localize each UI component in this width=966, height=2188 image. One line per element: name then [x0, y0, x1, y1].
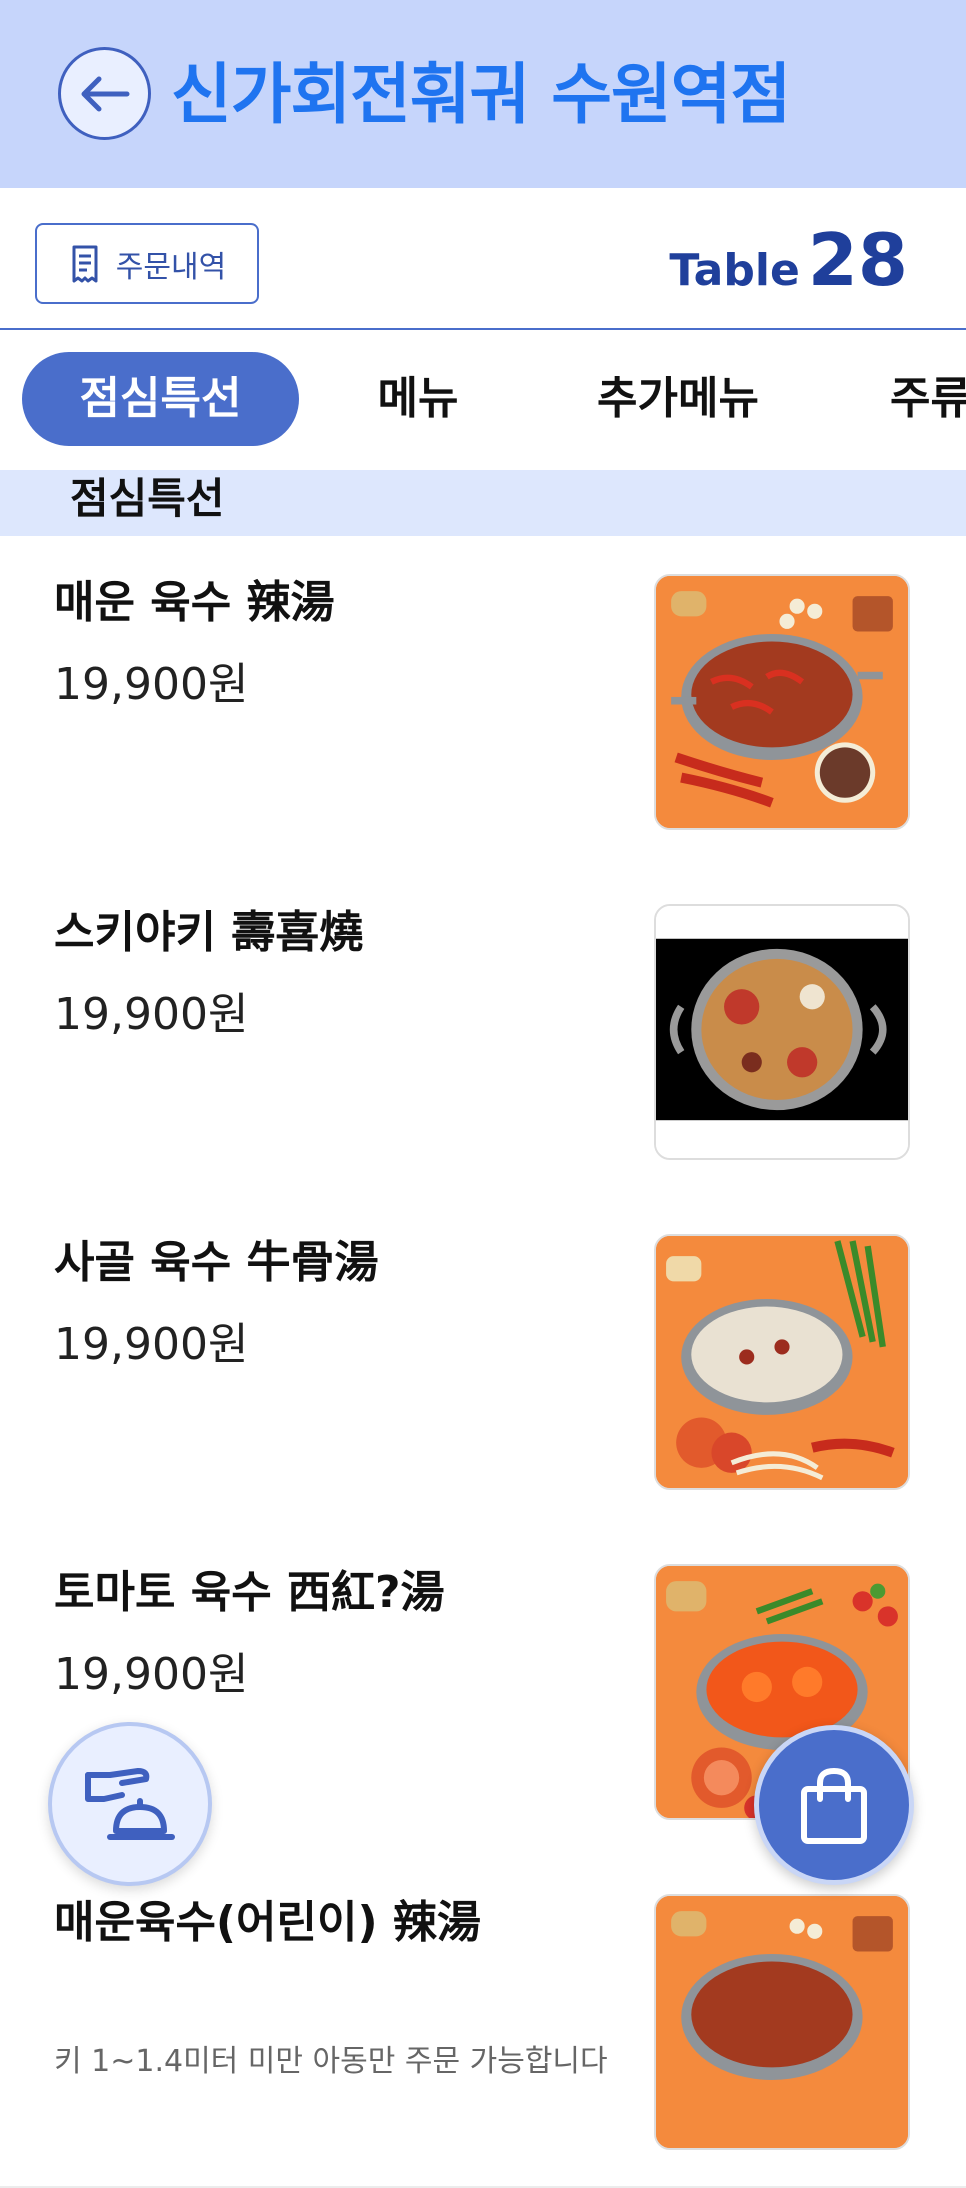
menu-item-name: 스키야키 壽喜燒 [54, 907, 364, 958]
menu-item[interactable]: 사골 육수 牛骨湯 19,900원 [0, 1196, 966, 1528]
menu-item-price: 19,900원 [54, 659, 249, 710]
tab-extra-menu[interactable]: 추가메뉴 [580, 352, 776, 446]
menu-item-name: 매운 육수 辣湯 [54, 577, 335, 628]
menu-item-price: 19,900원 [54, 1319, 249, 1370]
call-staff-button[interactable] [48, 1722, 212, 1886]
menu-item[interactable]: 매운 육수 辣湯 19,900원 [0, 536, 966, 868]
back-button[interactable] [58, 47, 151, 140]
table-word: Table [669, 245, 800, 296]
call-staff-bell-icon [85, 1768, 175, 1840]
menu-item[interactable]: 매운육수(어린이) 辣湯 키 1~1.4미터 미만 아동만 주문 가능합니다 [0, 1856, 966, 2188]
section-title: 점심특선 [70, 474, 225, 523]
order-info-bar: 주문내역 Table 28 [0, 188, 966, 330]
category-tabs: 점심특선 메뉴 추가메뉴 주류 [0, 330, 966, 470]
menu-item[interactable]: 스키야키 壽喜燒 19,900원 [0, 866, 966, 1198]
app-header: 신가회전훠궈 수원역점 [0, 0, 966, 188]
menu-item-name: 사골 육수 牛骨湯 [54, 1237, 379, 1288]
receipt-icon [72, 245, 98, 282]
menu-item-image [654, 574, 910, 830]
menu-item-name: 토마토 육수 西紅?湯 [54, 1567, 445, 1618]
menu-item-image [654, 1894, 910, 2150]
shopping-bag-icon [801, 1767, 867, 1844]
menu-item-image [654, 1234, 910, 1490]
tab-alcohol[interactable]: 주류 [890, 352, 966, 446]
menu-item-price: 19,900원 [54, 1649, 249, 1700]
cart-button[interactable] [754, 1725, 914, 1885]
menu-item-name: 매운육수(어린이) 辣湯 [54, 1897, 481, 1948]
tab-lunch-special[interactable]: 점심특선 [22, 352, 299, 446]
order-history-button[interactable]: 주문내역 [35, 223, 259, 304]
menu-item-description: 키 1~1.4미터 미만 아동만 주문 가능합니다 [54, 2044, 608, 2079]
section-header: 점심특선 [0, 470, 966, 536]
menu-item-image [654, 904, 910, 1160]
arrow-left-icon [81, 76, 129, 111]
table-number: Table 28 [669, 218, 908, 302]
order-history-label: 주문내역 [115, 249, 227, 285]
store-title: 신가회전훠궈 수원역점 [171, 56, 791, 133]
menu-item-price: 19,900원 [54, 989, 249, 1040]
tab-menu[interactable]: 메뉴 [360, 352, 476, 446]
table-number-value: 28 [807, 218, 908, 302]
